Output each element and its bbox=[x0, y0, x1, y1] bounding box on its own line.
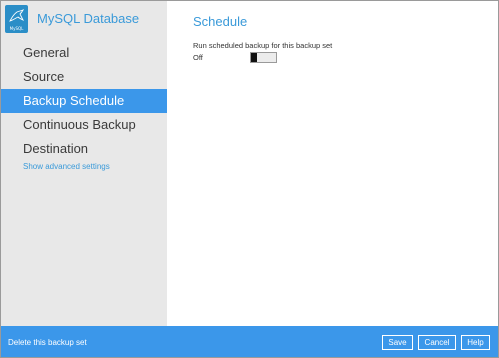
mysql-dolphin-icon: MySQL bbox=[5, 5, 28, 33]
app-header: MySQL MySQL Database bbox=[5, 5, 165, 35]
section-title: Schedule bbox=[193, 14, 248, 29]
backup-set-settings-window: MySQL MySQL Database General Source Back… bbox=[0, 0, 499, 358]
scheduled-backup-label: Run scheduled backup for this backup set bbox=[193, 41, 333, 50]
help-button[interactable]: Help bbox=[461, 335, 490, 350]
sidebar-item-continuous-backup[interactable]: Continuous Backup bbox=[1, 113, 167, 137]
sidebar-item-source[interactable]: Source bbox=[1, 65, 167, 89]
show-advanced-settings-link[interactable]: Show advanced settings bbox=[23, 162, 110, 171]
scheduled-backup-toggle[interactable] bbox=[250, 52, 277, 63]
toggle-state-label: Off bbox=[193, 53, 203, 62]
app-title: MySQL Database bbox=[37, 11, 140, 26]
sidebar-nav: General Source Backup Schedule Continuou… bbox=[1, 41, 167, 161]
save-button[interactable]: Save bbox=[382, 335, 413, 350]
toggle-knob bbox=[251, 53, 257, 62]
sidebar-item-general[interactable]: General bbox=[1, 41, 167, 65]
main-panel: Schedule Run scheduled backup for this b… bbox=[167, 1, 498, 326]
sidebar-item-backup-schedule[interactable]: Backup Schedule bbox=[1, 89, 167, 113]
app-logo-text: MySQL bbox=[9, 26, 24, 31]
cancel-button[interactable]: Cancel bbox=[418, 335, 456, 350]
delete-backup-set-link[interactable]: Delete this backup set bbox=[8, 338, 87, 347]
sidebar: MySQL MySQL Database General Source Back… bbox=[1, 1, 167, 326]
footer-bar: Delete this backup set Save Cancel Help bbox=[1, 326, 498, 357]
sidebar-item-destination[interactable]: Destination bbox=[1, 137, 167, 161]
